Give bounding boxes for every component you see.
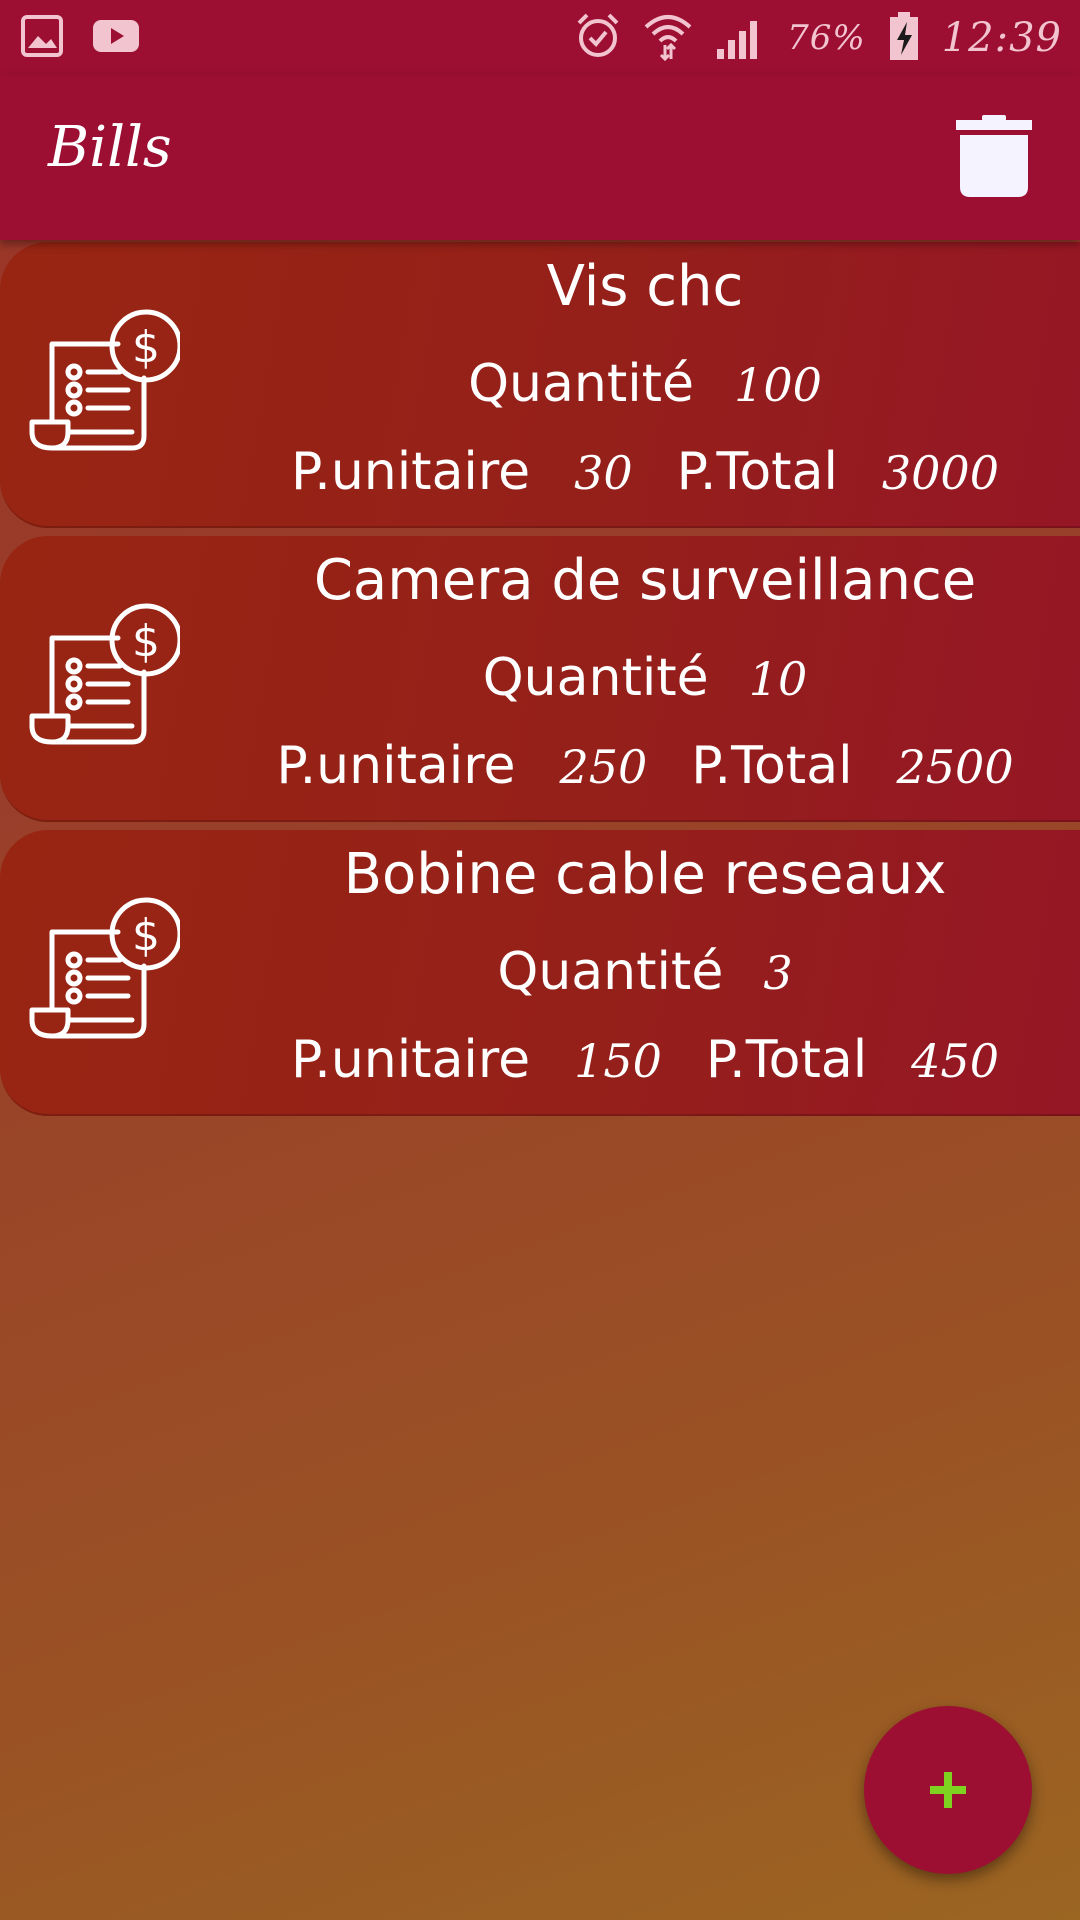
total-label: P.Total bbox=[676, 442, 838, 502]
quantity-label: Quantité bbox=[497, 942, 724, 1002]
invoice-dollar-icon: $ bbox=[29, 309, 180, 451]
quantity-label: Quantité bbox=[482, 648, 709, 708]
quantity-value: 3 bbox=[763, 946, 793, 1000]
clock: 12:39 bbox=[941, 15, 1062, 61]
bill-card[interactable]: $ Camera de surveillance Quantité 10 P.u… bbox=[0, 536, 1080, 822]
battery-charging-icon bbox=[888, 10, 920, 66]
unit-price-value: 30 bbox=[574, 446, 633, 500]
unit-price-label: P.unitaire bbox=[276, 736, 516, 796]
bill-details: Camera de surveillance Quantité 10 P.uni… bbox=[210, 536, 1080, 820]
plus-icon bbox=[930, 1772, 966, 1808]
alarm-icon bbox=[575, 11, 621, 65]
bill-card[interactable]: $ Vis chc Quantité 100 P.unitaire 30 P.T… bbox=[0, 242, 1080, 528]
total-value: 2500 bbox=[896, 740, 1014, 794]
cell-signal-icon bbox=[715, 11, 765, 65]
status-bar-left bbox=[20, 14, 140, 62]
svg-text:$: $ bbox=[132, 322, 160, 373]
battery-percent: 76% bbox=[787, 18, 866, 58]
bill-item-name: Vis chc bbox=[546, 254, 744, 319]
trash-icon bbox=[956, 115, 1032, 197]
invoice-dollar-icon: $ bbox=[29, 603, 180, 745]
quantity-label: Quantité bbox=[468, 354, 695, 414]
gallery-icon bbox=[20, 14, 64, 62]
invoice-dollar-icon: $ bbox=[29, 897, 180, 1039]
status-bar: 76% 12:39 bbox=[0, 0, 1080, 75]
unit-price-value: 250 bbox=[559, 740, 648, 794]
youtube-icon bbox=[92, 14, 140, 62]
unit-price-value: 150 bbox=[574, 1034, 662, 1088]
bill-card[interactable]: $ Bobine cable reseaux Quantité 3 P.unit… bbox=[0, 830, 1080, 1116]
quantity-value: 100 bbox=[734, 358, 822, 412]
app-bar: Bills bbox=[0, 75, 1080, 240]
total-value: 450 bbox=[911, 1034, 999, 1088]
unit-price-label: P.unitaire bbox=[291, 442, 531, 502]
unit-price-label: P.unitaire bbox=[291, 1030, 531, 1090]
bill-details: Vis chc Quantité 100 P.unitaire 30 P.Tot… bbox=[210, 242, 1080, 526]
page-title: Bills bbox=[48, 115, 172, 180]
delete-all-button[interactable] bbox=[956, 115, 1032, 197]
total-value: 3000 bbox=[881, 446, 999, 500]
svg-text:$: $ bbox=[132, 616, 160, 667]
bill-item-name: Camera de surveillance bbox=[313, 548, 977, 613]
add-bill-button[interactable] bbox=[864, 1706, 1032, 1874]
quantity-value: 10 bbox=[748, 652, 808, 706]
bill-item-name: Bobine cable reseaux bbox=[343, 842, 947, 907]
status-bar-right: 76% 12:39 bbox=[575, 10, 1062, 66]
total-label: P.Total bbox=[705, 1030, 868, 1090]
bill-details: Bobine cable reseaux Quantité 3 P.unitai… bbox=[210, 830, 1080, 1114]
total-label: P.Total bbox=[691, 736, 853, 796]
bills-list: $ Vis chc Quantité 100 P.unitaire 30 P.T… bbox=[0, 242, 1080, 1124]
wifi-icon bbox=[643, 11, 693, 65]
svg-text:$: $ bbox=[132, 910, 160, 961]
